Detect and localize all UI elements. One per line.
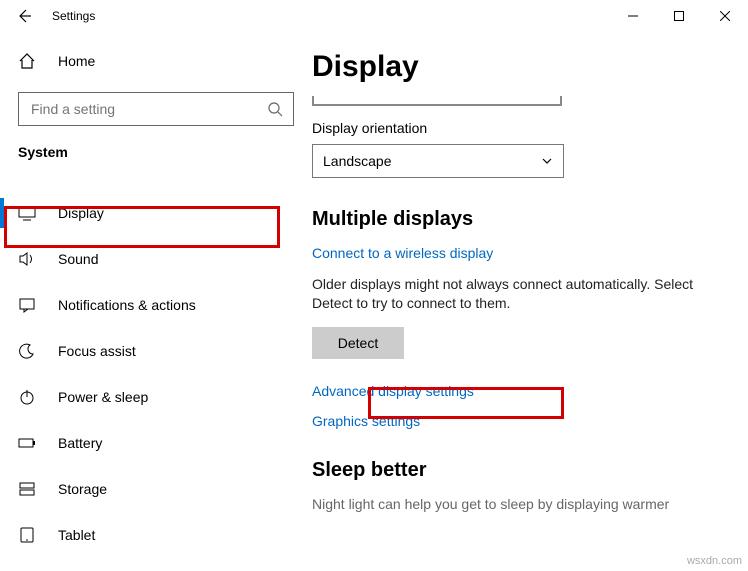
minimize-button[interactable] [610, 0, 656, 32]
sidebar-item-power[interactable]: Power & sleep [0, 374, 312, 420]
orientation-value: Landscape [323, 153, 392, 169]
power-icon [18, 388, 38, 406]
wireless-display-link[interactable]: Connect to a wireless display [312, 245, 493, 261]
main-panel: Display Display orientation Landscape Mu… [312, 32, 748, 571]
home-nav[interactable]: Home [0, 44, 312, 78]
back-button[interactable] [8, 0, 40, 32]
window-title: Settings [52, 9, 95, 23]
sidebar-item-label: Storage [58, 481, 107, 497]
chevron-down-icon [541, 155, 553, 167]
older-displays-text: Older displays might not always connect … [312, 275, 736, 313]
notifications-icon [18, 296, 38, 314]
sidebar: Home System Display Sound Notifications … [0, 32, 312, 571]
sidebar-item-tablet[interactable]: Tablet [0, 512, 312, 558]
sidebar-item-label: Focus assist [58, 343, 136, 359]
close-button[interactable] [702, 0, 748, 32]
tablet-icon [18, 526, 38, 544]
graphics-settings-link[interactable]: Graphics settings [312, 413, 420, 429]
sidebar-item-battery[interactable]: Battery [0, 420, 312, 466]
brightness-slider-track[interactable] [312, 96, 562, 106]
advanced-display-link[interactable]: Advanced display settings [312, 383, 474, 399]
sidebar-item-notifications[interactable]: Notifications & actions [0, 282, 312, 328]
orientation-label: Display orientation [312, 120, 736, 136]
battery-icon [18, 434, 38, 452]
sidebar-item-display[interactable]: Display [0, 190, 312, 236]
sidebar-item-label: Power & sleep [58, 389, 148, 405]
storage-icon [18, 480, 38, 498]
sidebar-item-focus-assist[interactable]: Focus assist [0, 328, 312, 374]
sleep-better-title: Sleep better [312, 459, 736, 482]
sound-icon [18, 250, 38, 268]
focus-icon [18, 342, 38, 360]
sidebar-item-label: Tablet [58, 527, 95, 543]
search-icon [267, 101, 283, 117]
home-icon [18, 52, 38, 70]
watermark: wsxdn.com [687, 555, 742, 567]
sidebar-item-storage[interactable]: Storage [0, 466, 312, 512]
multiple-displays-title: Multiple displays [312, 208, 736, 231]
sidebar-item-label: Notifications & actions [58, 297, 196, 313]
detect-button[interactable]: Detect [312, 327, 404, 359]
page-title: Display [312, 50, 736, 84]
display-icon [18, 204, 38, 222]
home-label: Home [58, 53, 95, 69]
sleep-better-desc: Night light can help you get to sleep by… [312, 496, 736, 512]
search-box[interactable] [18, 92, 294, 126]
sidebar-item-label: Sound [58, 251, 98, 267]
sidebar-item-label: Battery [58, 435, 102, 451]
search-input[interactable] [29, 100, 267, 118]
sidebar-item-sound[interactable]: Sound [0, 236, 312, 282]
sidebar-item-label: Display [58, 205, 104, 221]
orientation-dropdown[interactable]: Landscape [312, 144, 564, 178]
maximize-button[interactable] [656, 0, 702, 32]
section-header: System [0, 144, 312, 166]
